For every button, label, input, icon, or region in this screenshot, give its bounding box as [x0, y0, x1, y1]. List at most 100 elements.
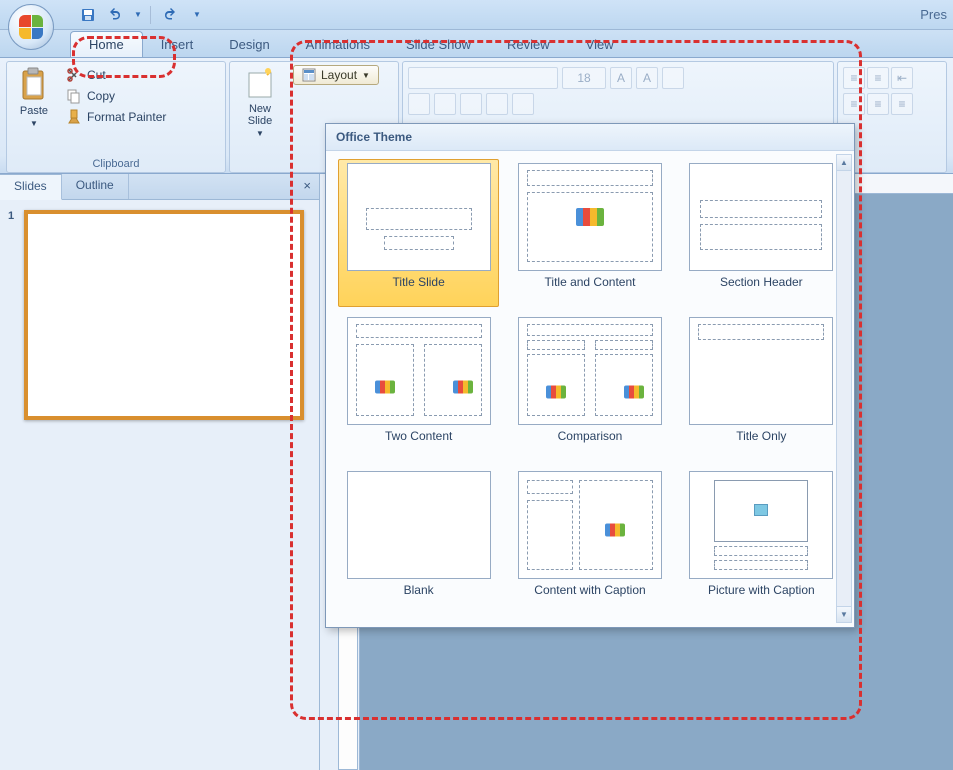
underline-button[interactable] [460, 93, 482, 115]
slide-pane-tabs: Slides Outline × [0, 174, 319, 200]
tab-review[interactable]: Review [489, 32, 568, 57]
clear-formatting-button[interactable] [662, 67, 684, 89]
save-button[interactable] [76, 4, 100, 26]
window-title: Pres [920, 7, 953, 22]
undo-icon [108, 7, 124, 23]
cut-label: Cut [87, 68, 106, 82]
layout-label: Title Only [736, 429, 786, 457]
copy-label: Copy [87, 89, 115, 103]
tab-insert[interactable]: Insert [143, 32, 212, 57]
shrink-font-button[interactable]: A [636, 67, 658, 89]
layout-thumb [347, 317, 491, 425]
layout-button[interactable]: Layout ▼ [293, 65, 379, 85]
layout-thumb [347, 163, 491, 271]
layout-label: Title Slide [393, 275, 445, 303]
align-right-button[interactable]: ≡ [891, 93, 913, 115]
office-button[interactable] [8, 4, 54, 50]
copy-icon [66, 88, 82, 104]
layout-picture-with-caption[interactable]: Picture with Caption [681, 467, 842, 615]
dropdown-arrow-icon: ▼ [256, 129, 264, 138]
layout-content-with-caption[interactable]: Content with Caption [509, 467, 670, 615]
numbering-button[interactable]: ≡ [867, 67, 889, 89]
title-bar: ▼ ▼ Pres [0, 0, 953, 30]
ribbon-tabs: Home Insert Design Animations Slide Show… [0, 30, 953, 58]
gallery-header: Office Theme [326, 124, 854, 151]
office-logo-icon [19, 15, 43, 39]
layout-label: Layout [321, 68, 357, 82]
layout-thumb [689, 163, 833, 271]
grow-font-button[interactable]: A [610, 67, 632, 89]
layout-comparison[interactable]: Comparison [509, 313, 670, 461]
slide-number: 1 [8, 210, 20, 420]
layout-thumb [518, 163, 662, 271]
slide-pane: Slides Outline × 1 [0, 174, 320, 770]
tab-slides-thumbnails[interactable]: Slides [0, 174, 62, 200]
undo-more-button[interactable]: ▼ [132, 4, 144, 26]
layout-two-content[interactable]: Two Content [338, 313, 499, 461]
layout-label: Picture with Caption [708, 583, 815, 611]
slide-thumbnail[interactable] [24, 210, 304, 420]
align-left-button[interactable]: ≡ [843, 93, 865, 115]
layout-label: Title and Content [545, 275, 636, 303]
tab-slide-show[interactable]: Slide Show [388, 32, 489, 57]
shadow-button[interactable] [512, 93, 534, 115]
layout-thumb [518, 317, 662, 425]
layout-thumb [347, 471, 491, 579]
layout-label: Content with Caption [534, 583, 645, 611]
font-family-combo[interactable] [408, 67, 558, 89]
align-center-button[interactable]: ≡ [867, 93, 889, 115]
bullets-button[interactable]: ≡ [843, 67, 865, 89]
indent-button[interactable]: ⇤ [891, 67, 913, 89]
new-slide-button[interactable]: New Slide ▼ [235, 65, 285, 168]
tab-outline[interactable]: Outline [62, 174, 129, 199]
format-painter-label: Format Painter [87, 110, 166, 124]
layout-blank[interactable]: Blank [338, 467, 499, 615]
gallery-scrollbar[interactable]: ▲ ▼ [836, 154, 852, 623]
quick-access-toolbar: ▼ ▼ [76, 4, 209, 26]
bold-button[interactable] [408, 93, 430, 115]
gallery-grid: Title Slide Title and Content Section He… [326, 151, 854, 623]
layout-label: Two Content [385, 429, 452, 457]
qat-customize-button[interactable]: ▼ [185, 4, 209, 26]
clipboard-group-label: Clipboard [12, 156, 220, 170]
layout-thumb [689, 471, 833, 579]
scroll-down-button[interactable]: ▼ [837, 606, 851, 622]
dropdown-arrow-icon: ▼ [362, 71, 370, 80]
redo-button[interactable] [157, 4, 181, 26]
paste-label: Paste [20, 105, 48, 117]
brush-icon [66, 109, 82, 125]
layout-title-only[interactable]: Title Only [681, 313, 842, 461]
save-icon [80, 7, 96, 23]
cut-button[interactable]: Cut [62, 65, 170, 85]
new-slide-icon [245, 67, 275, 101]
layout-label: Blank [404, 583, 434, 611]
layout-title-slide[interactable]: Title Slide [338, 159, 499, 307]
layout-icon [302, 68, 316, 82]
paste-icon [19, 67, 49, 103]
tab-home[interactable]: Home [70, 31, 143, 57]
new-slide-label: New Slide [248, 103, 272, 127]
italic-button[interactable] [434, 93, 456, 115]
thumbnail-area: 1 [0, 200, 319, 430]
dropdown-arrow-icon: ▼ [30, 119, 38, 128]
format-painter-button[interactable]: Format Painter [62, 107, 170, 127]
layout-title-and-content[interactable]: Title and Content [509, 159, 670, 307]
strikethrough-button[interactable] [486, 93, 508, 115]
layout-section-header[interactable]: Section Header [681, 159, 842, 307]
tab-view[interactable]: View [568, 32, 632, 57]
redo-icon [161, 7, 177, 23]
copy-button[interactable]: Copy [62, 86, 170, 106]
slide-thumbnail-row: 1 [8, 210, 311, 420]
layout-thumb [689, 317, 833, 425]
scroll-up-button[interactable]: ▲ [837, 155, 851, 171]
qat-separator [150, 6, 151, 24]
undo-button[interactable] [104, 4, 128, 26]
layout-label: Section Header [720, 275, 803, 303]
tab-animations[interactable]: Animations [288, 32, 388, 57]
tab-design[interactable]: Design [211, 32, 287, 57]
paste-button[interactable]: Paste ▼ [12, 65, 56, 156]
group-clipboard: Paste ▼ Cut Copy Format Painter Clipboar… [6, 61, 226, 173]
close-pane-button[interactable]: × [295, 174, 319, 199]
layout-gallery: Office Theme Title Slide Title and Conte… [325, 123, 855, 628]
font-size-combo[interactable]: 18 [562, 67, 606, 89]
